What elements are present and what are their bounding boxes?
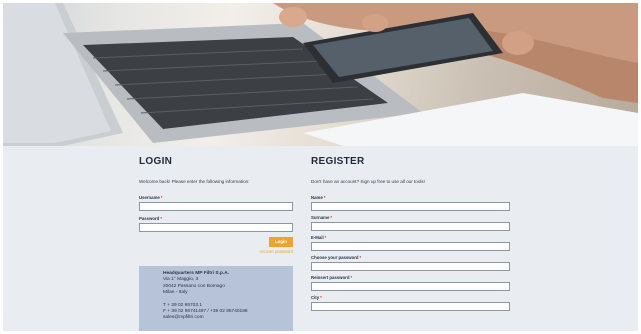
page-frame: LOGIN Welcome back! Please enter the fol…: [3, 3, 638, 331]
required-mark: *: [320, 295, 322, 300]
finger-shape: [362, 14, 388, 32]
city-input[interactable]: [311, 302, 510, 311]
hero-photo-illustration: [3, 3, 638, 146]
login-actions: Login recover password: [139, 237, 293, 259]
reinsert-password-input[interactable]: [311, 282, 510, 291]
name-input[interactable]: [311, 202, 510, 211]
reinsert-password-label-text: Reinsert password: [311, 275, 350, 280]
register-section: REGISTER Don't have an account? Sign up …: [311, 156, 511, 315]
required-mark: *: [160, 216, 162, 221]
name-label-text: Name: [311, 195, 323, 200]
login-button[interactable]: Login: [269, 237, 293, 247]
surname-label-text: Surname: [311, 215, 330, 220]
surname-label: Surname*: [311, 215, 511, 220]
finger-shape: [279, 7, 307, 27]
surname-input[interactable]: [311, 222, 510, 231]
username-label-text: Username: [139, 195, 160, 200]
password-label: Password*: [139, 216, 293, 221]
register-intro-text: Don't have an account? Sign up free to u…: [311, 179, 426, 184]
login-intro-text: Welcome back! Please enter the following…: [139, 179, 250, 184]
email-input[interactable]: [311, 242, 510, 251]
login-title: LOGIN: [139, 156, 173, 167]
required-mark: *: [324, 235, 327, 240]
email-label-text: E-Mail: [311, 235, 324, 240]
choose-password-input[interactable]: [311, 262, 510, 271]
register-title: REGISTER: [311, 156, 365, 167]
choose-password-label: Choose your password*: [311, 255, 511, 260]
headquarters-info-box: Headquarters MP Filtri S.p.A. Via 1° Mag…: [139, 266, 293, 331]
required-mark: *: [330, 215, 333, 220]
required-mark: *: [359, 255, 362, 260]
password-input[interactable]: [139, 223, 293, 232]
content-area: LOGIN Welcome back! Please enter the fol…: [3, 146, 638, 331]
recover-password-link[interactable]: recover password: [260, 249, 293, 254]
required-mark: *: [160, 195, 163, 200]
choose-password-label-text: Choose your password: [311, 255, 359, 260]
city-label: City*: [311, 295, 511, 300]
city-label-text: City: [311, 295, 320, 300]
required-mark: *: [323, 195, 326, 200]
name-label: Name*: [311, 195, 511, 200]
email-text: sales@mpfiltri.com: [163, 315, 204, 321]
username-input[interactable]: [139, 202, 293, 211]
username-label: Username*: [139, 195, 293, 200]
finger-shape: [502, 31, 534, 55]
email-label: E-Mail*: [311, 235, 511, 240]
hero-image: [3, 3, 638, 146]
reinsert-password-label: Reinsert password*: [311, 275, 511, 280]
password-label-text: Password: [139, 216, 160, 221]
login-section: LOGIN Welcome back! Please enter the fol…: [139, 156, 293, 259]
required-mark: *: [350, 275, 353, 280]
